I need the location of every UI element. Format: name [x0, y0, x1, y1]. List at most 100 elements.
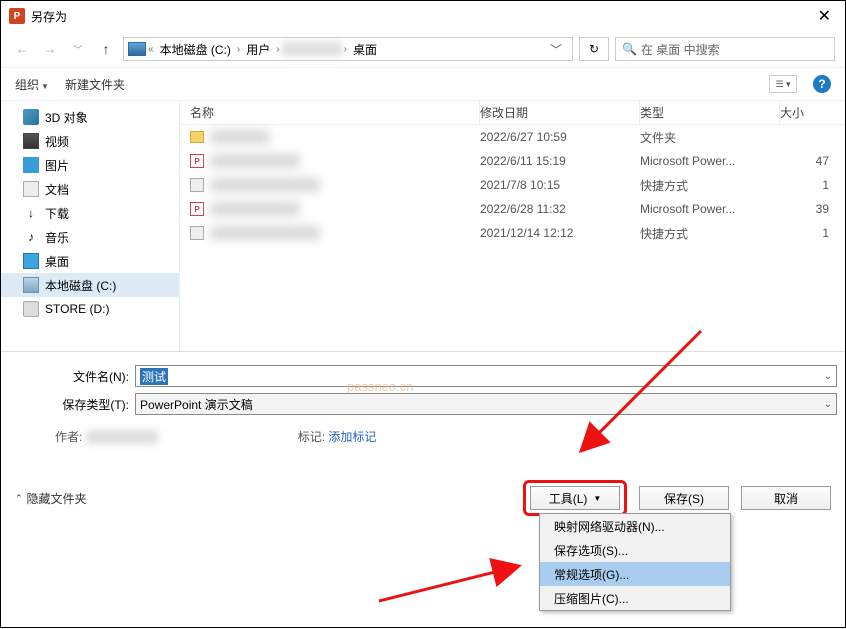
toolbar: 组织▼ 新建文件夹 ☰ ▾ ?	[1, 67, 845, 101]
pic-icon	[23, 157, 39, 173]
search-placeholder: 在 桌面 中搜索	[641, 41, 720, 58]
filename-value: 测试	[140, 368, 168, 385]
shortcut-icon	[190, 226, 204, 240]
sidebar-item-drive[interactable]: 本地磁盘 (C:)	[1, 273, 179, 297]
sidebar-item-label: STORE (D:)	[45, 302, 109, 316]
file-size: 47	[780, 154, 845, 168]
search-input[interactable]: 🔍 在 桌面 中搜索	[615, 37, 835, 61]
drive-icon	[23, 277, 39, 293]
chevron-icon: «	[148, 44, 154, 55]
folder-icon	[190, 131, 204, 143]
window-title: 另存为	[31, 8, 812, 25]
app-icon: P	[9, 8, 25, 24]
file-name-redacted: xx	[210, 202, 300, 216]
chevron-down-icon: ⌃	[15, 493, 23, 504]
file-date: 2022/6/28 11:32	[480, 202, 640, 216]
sidebar-item-music[interactable]: ♪ 音乐	[1, 225, 179, 249]
shortcut-icon	[190, 178, 204, 192]
tags-label: 标记:	[298, 430, 325, 444]
pptx-icon: P	[190, 202, 204, 216]
help-button[interactable]: ?	[813, 75, 831, 93]
file-row[interactable]: xx2021/7/8 10:15快捷方式1	[180, 173, 845, 197]
organize-menu[interactable]: 组织▼	[15, 76, 49, 93]
author-value-redacted[interactable]: xxxx	[86, 430, 158, 444]
file-size: 1	[780, 226, 845, 240]
music-icon: ♪	[23, 229, 39, 245]
desk-icon	[23, 253, 39, 269]
save-inputs-panel: 文件名(N): 测试 ⌄ 保存类型(T): PowerPoint 演示文稿 ⌄ …	[1, 351, 845, 450]
chevron-down-icon[interactable]: ⌄	[824, 399, 832, 410]
new-folder-button[interactable]: 新建文件夹	[65, 76, 125, 93]
author-label: 作者:	[55, 430, 82, 444]
address-bar[interactable]: « 本地磁盘 (C:) › 用户 › xxxx › 桌面 ﹀	[123, 37, 573, 61]
chevron-icon: ›	[276, 44, 279, 55]
file-row[interactable]: Pxx2022/6/11 15:19Microsoft Power...47	[180, 149, 845, 173]
sidebar-item-label: 文档	[45, 181, 69, 198]
recent-locations[interactable]: ﹀	[67, 38, 89, 60]
path-seg-drive[interactable]: 本地磁盘 (C:)	[156, 41, 235, 58]
path-seg-desktop[interactable]: 桌面	[349, 41, 381, 58]
file-row[interactable]: xx2021/12/14 12:12快捷方式1	[180, 221, 845, 245]
save-button[interactable]: 保存(S)	[639, 486, 729, 510]
col-type[interactable]: 类型	[640, 101, 780, 124]
file-row[interactable]: Pxx 2022/6/28 11:32Microsoft Power...39	[180, 197, 845, 221]
up-button[interactable]: ↑	[95, 38, 117, 60]
file-name-redacted: xx	[210, 154, 300, 168]
col-date[interactable]: 修改日期	[480, 101, 640, 124]
savetype-value: PowerPoint 演示文稿	[140, 396, 253, 413]
file-type: Microsoft Power...	[640, 202, 780, 216]
file-name-redacted: xx	[210, 130, 270, 144]
pptx-icon: P	[190, 154, 204, 168]
nav-row: ← → ﹀ ↑ « 本地磁盘 (C:) › 用户 › xxxx › 桌面 ﹀ ↻…	[1, 31, 845, 67]
main-area: 3D 对象视频图片文档 ↓下载 ♪ 音乐桌面本地磁盘 (C:) STORE (D:) 名…	[1, 101, 845, 351]
file-date: 2021/12/14 12:12	[480, 226, 640, 240]
file-list: 名称 修改日期 类型 大小 xx2022/6/27 10:59文件夹Pxx202…	[179, 101, 845, 351]
file-date: 2022/6/27 10:59	[480, 130, 640, 144]
tools-dropdown: 映射网络驱动器(N)...保存选项(S)...常规选项(G)...压缩图片(C)…	[539, 513, 731, 611]
path-seg-redacted[interactable]: xxxx	[282, 42, 342, 56]
chevron-icon: ›	[344, 44, 347, 55]
sidebar-item-label: 3D 对象	[45, 109, 88, 126]
view-options-button[interactable]: ☰ ▾	[769, 75, 797, 93]
sidebar-item-doc[interactable]: 文档	[1, 177, 179, 201]
tools-button[interactable]: 工具(L)▼	[530, 486, 620, 510]
store-icon	[23, 301, 39, 317]
add-tag-link[interactable]: 添加标记	[328, 430, 376, 444]
titlebar: P 另存为 ✕	[1, 1, 845, 31]
sidebar-item-desk[interactable]: 桌面	[1, 249, 179, 273]
savetype-select[interactable]: PowerPoint 演示文稿 ⌄	[135, 393, 837, 415]
file-header: 名称 修改日期 类型 大小	[180, 101, 845, 125]
chevron-down-icon[interactable]: ⌄	[824, 371, 832, 382]
sidebar-item-3d[interactable]: 3D 对象	[1, 105, 179, 129]
file-size: 39	[780, 202, 845, 216]
col-size[interactable]: 大小	[780, 104, 845, 121]
tools-menu-item[interactable]: 常规选项(G)...	[540, 562, 730, 586]
tools-menu-item[interactable]: 压缩图片(C)...	[540, 586, 730, 610]
file-size: 1	[780, 178, 845, 192]
chevron-icon: ›	[237, 44, 240, 55]
close-button[interactable]: ✕	[812, 6, 837, 26]
file-row[interactable]: xx 2022/6/27 10:59文件夹	[180, 125, 845, 149]
path-seg-users[interactable]: 用户	[242, 41, 274, 58]
sidebar-item-down[interactable]: ↓下载	[1, 201, 179, 225]
tools-menu-item[interactable]: 保存选项(S)...	[540, 538, 730, 562]
path-dropdown-icon[interactable]: ﹀	[544, 41, 568, 58]
sidebar-item-pic[interactable]: 图片	[1, 153, 179, 177]
cancel-button[interactable]: 取消	[741, 486, 831, 510]
refresh-button[interactable]: ↻	[579, 37, 609, 61]
tools-menu-item[interactable]: 映射网络驱动器(N)...	[540, 514, 730, 538]
sidebar-item-label: 音乐	[45, 229, 69, 246]
sidebar-item-video[interactable]: 视频	[1, 129, 179, 153]
doc-icon	[23, 181, 39, 197]
forward-button[interactable]: →	[39, 38, 61, 60]
sidebar-item-label: 本地磁盘 (C:)	[45, 277, 116, 294]
file-type: 文件夹	[640, 129, 780, 146]
sidebar-item-store[interactable]: STORE (D:)	[1, 297, 179, 321]
back-button[interactable]: ←	[11, 38, 33, 60]
filename-input[interactable]: 测试 ⌄	[135, 365, 837, 387]
hide-folders-toggle[interactable]: ⌃隐藏文件夹	[15, 490, 87, 507]
col-name[interactable]: 名称	[180, 101, 480, 124]
annotation-highlight-box: 工具(L)▼	[523, 480, 627, 516]
chevron-down-icon: ▼	[41, 82, 49, 91]
3d-icon	[23, 109, 39, 125]
